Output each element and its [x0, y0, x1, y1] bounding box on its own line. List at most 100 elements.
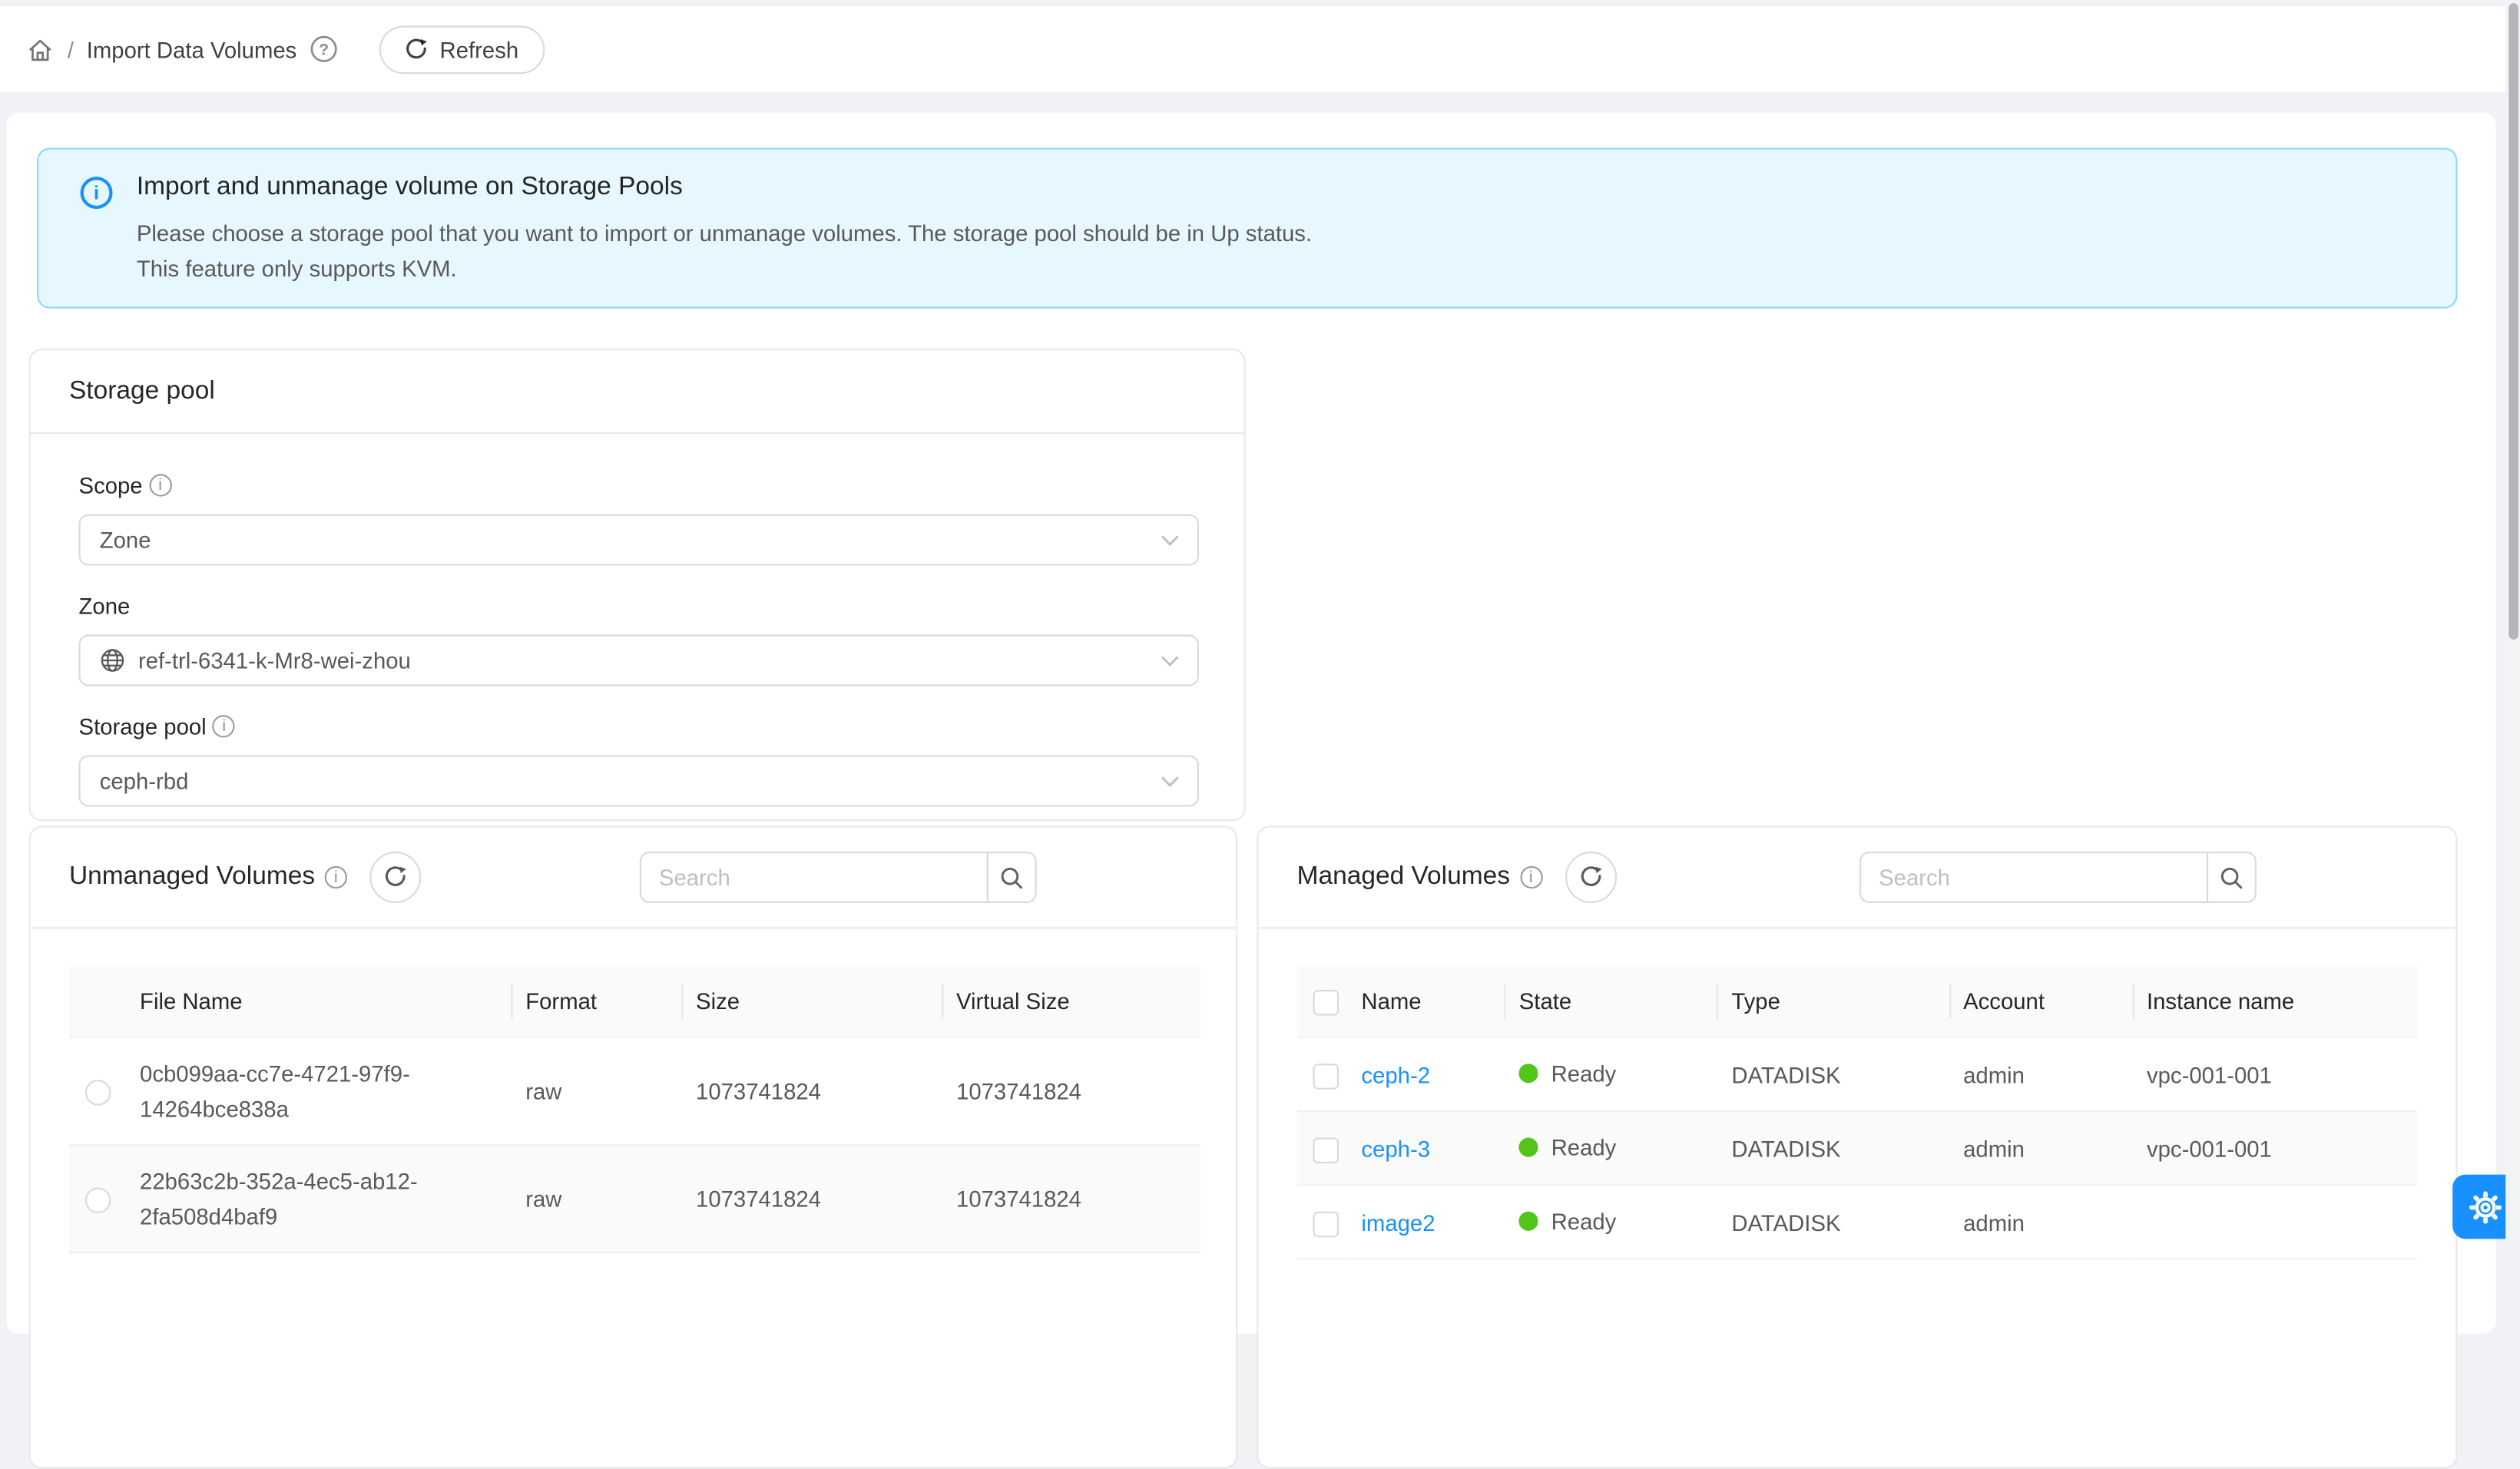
zone-select[interactable]: ref-trl-6341-k-Mr8-wei-zhou [79, 635, 1199, 687]
chevron-down-icon [1161, 776, 1180, 789]
volume-link[interactable]: image2 [1361, 1209, 1435, 1235]
zone-select-value: ref-trl-6341-k-Mr8-wei-zhou [138, 647, 411, 673]
alert-title: Import and unmanage volume on Storage Po… [137, 174, 683, 203]
column-name: Name [1349, 966, 1506, 1037]
column-format: Format [513, 966, 684, 1037]
status-dot-ready [1519, 1064, 1538, 1083]
managed-header-row: Name State Type Account Instance name [1297, 966, 2417, 1037]
volume-link[interactable]: ceph-3 [1361, 1135, 1430, 1160]
reload-icon [405, 38, 427, 60]
scope-label: Scope [79, 472, 143, 498]
column-virtual-size: Virtual Size [943, 966, 1200, 1037]
managed-search-input[interactable] [1859, 852, 2208, 903]
cell-state: Ready [1551, 1056, 1617, 1091]
cell-account: admin [1950, 1037, 2134, 1111]
row-checkbox[interactable] [1313, 1064, 1339, 1089]
alert-description: Please choose a storage pool that you wa… [137, 217, 1312, 286]
unmanaged-info-icon[interactable]: i [325, 866, 347, 888]
select-all-checkbox[interactable] [1313, 991, 1339, 1016]
unmanaged-search-group [640, 852, 1037, 903]
managed-table: Name State Type Account Instance name ce… [1297, 966, 2417, 1260]
cell-format: raw [513, 1145, 684, 1252]
column-instance-name: Instance name [2134, 966, 2417, 1037]
pool-label: Storage pool [79, 713, 207, 739]
cell-type: DATADISK [1719, 1185, 1951, 1259]
cell-format: raw [513, 1037, 684, 1145]
question-circle-icon[interactable]: ? [310, 35, 337, 63]
info-circle-icon: i [81, 177, 113, 209]
unmanaged-table-wrap: File Name Format Size Virtual Size 0cb09… [31, 928, 1236, 1253]
refresh-label: Refresh [440, 36, 519, 61]
pool-select-value: ceph-rbd [100, 768, 189, 793]
cell-state: Ready [1551, 1203, 1617, 1239]
unmanaged-reload-button[interactable] [369, 852, 421, 903]
unmanaged-title: Unmanaged Volumes [69, 863, 315, 892]
scope-select-value: Zone [100, 527, 151, 552]
chevron-down-icon [1161, 535, 1180, 548]
home-icon[interactable] [25, 35, 55, 64]
cell-type: DATADISK [1719, 1111, 1951, 1185]
scope-label-row: Scope i [79, 468, 1199, 503]
scrollbar-thumb[interactable] [2508, 3, 2518, 640]
svg-text:?: ? [318, 41, 328, 58]
storage-pool-card-title: Storage pool [31, 350, 1244, 434]
unmanaged-table: File Name Format Size Virtual Size 0cb09… [69, 966, 1200, 1254]
managed-reload-button[interactable] [1565, 852, 1616, 903]
column-state: State [1506, 966, 1719, 1037]
cell-virtual-size: 1073741824 [943, 1037, 1200, 1145]
managed-panel-header: Managed Volumes i [1258, 828, 2455, 929]
row-checkbox[interactable] [1313, 1211, 1339, 1236]
volume-link[interactable]: ceph-2 [1361, 1061, 1430, 1087]
cell-type: DATADISK [1719, 1037, 1951, 1111]
managed-title: Managed Volumes [1297, 863, 1510, 892]
alert-description-line1: Please choose a storage pool that you wa… [137, 217, 1312, 251]
storage-pool-card: Storage pool Scope i Zone Zone [29, 349, 1246, 821]
unmanaged-search-input[interactable] [640, 852, 988, 903]
column-size: Size [683, 966, 943, 1037]
status-dot-ready [1519, 1137, 1538, 1156]
gear-icon [2468, 1189, 2502, 1223]
table-row: ceph-3 Ready DATADISK admin vpc-001-001 [1297, 1111, 2417, 1185]
table-row: 0cb099aa-cc7e-4721-97f9-14264bce838a raw… [69, 1037, 1200, 1145]
globe-icon [100, 647, 125, 673]
row-radio[interactable] [85, 1080, 111, 1106]
scope-select[interactable]: Zone [79, 514, 1199, 566]
column-file-name: File Name [127, 966, 512, 1037]
cell-state: Ready [1551, 1130, 1617, 1165]
cell-instance-name [2134, 1185, 2417, 1259]
cell-size: 1073741824 [683, 1145, 943, 1252]
column-type: Type [1719, 966, 1951, 1037]
pool-label-row: Storage pool i [79, 709, 1199, 744]
cell-instance-name: vpc-001-001 [2134, 1111, 2417, 1185]
info-alert: i Import and unmanage volume on Storage … [37, 148, 2457, 309]
cell-instance-name: vpc-001-001 [2134, 1037, 2417, 1111]
pool-info-icon[interactable]: i [213, 715, 235, 737]
scope-info-icon[interactable]: i [149, 474, 171, 496]
managed-info-icon[interactable]: i [1520, 866, 1542, 888]
row-radio[interactable] [85, 1188, 111, 1213]
managed-table-wrap: Name State Type Account Instance name ce… [1258, 928, 2455, 1259]
refresh-button[interactable]: Refresh [379, 25, 545, 73]
storage-pool-form: Scope i Zone Zone [31, 434, 1244, 806]
row-checkbox[interactable] [1313, 1137, 1339, 1163]
page-header: / Import Data Volumes ? Refresh [0, 6, 2520, 91]
unmanaged-select-column [69, 966, 127, 1037]
zone-label-row: Zone [79, 588, 1199, 624]
cell-account: admin [1950, 1185, 2134, 1259]
table-row: image2 Ready DATADISK admin [1297, 1185, 2417, 1259]
zone-label: Zone [79, 593, 131, 618]
main-content-card: i Import and unmanage volume on Storage … [6, 112, 2495, 1333]
breadcrumb-current: Import Data Volumes [87, 36, 297, 61]
chevron-down-icon [1161, 656, 1180, 669]
managed-volumes-panel: Managed Volumes i [1257, 826, 2457, 1469]
unmanaged-search-button[interactable] [987, 852, 1037, 903]
cell-file-name: 22b63c2b-352a-4ec5-ab12-2fa508d4baf9 [127, 1145, 512, 1252]
cell-file-name: 0cb099aa-cc7e-4721-97f9-14264bce838a [127, 1037, 512, 1145]
pool-select[interactable]: ceph-rbd [79, 755, 1199, 806]
cell-account: admin [1950, 1111, 2134, 1185]
unmanaged-header-row: File Name Format Size Virtual Size [69, 966, 1200, 1037]
unmanaged-panel-header: Unmanaged Volumes i [31, 828, 1236, 929]
alert-description-line2: This feature only supports KVM. [137, 251, 1312, 286]
managed-search-button[interactable] [2207, 852, 2257, 903]
cell-size: 1073741824 [683, 1037, 943, 1145]
